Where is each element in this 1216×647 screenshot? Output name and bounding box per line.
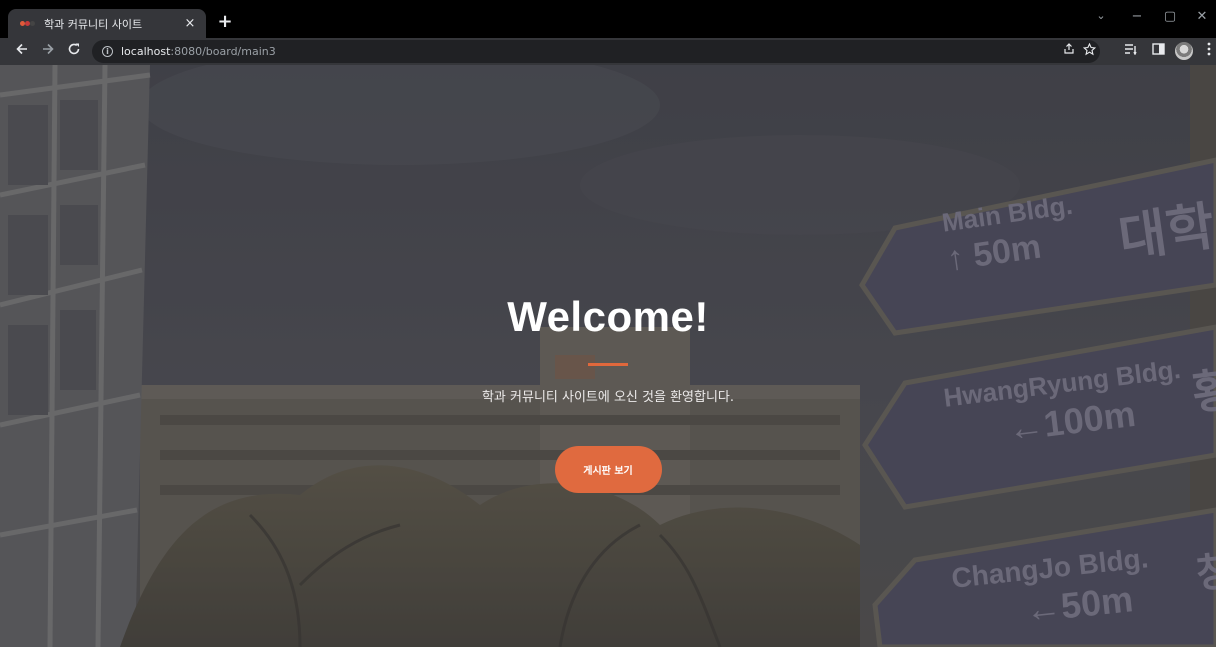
close-window-button[interactable]: ✕ <box>1192 9 1212 24</box>
reload-button[interactable] <box>64 42 84 62</box>
browser-toolbar: i localhost:8080/board/main3 <box>0 38 1216 65</box>
view-board-button[interactable]: 게시판 보기 <box>554 446 662 493</box>
tab-close-icon[interactable]: × <box>182 16 198 31</box>
favicon-icon <box>20 18 36 30</box>
star-icon[interactable] <box>1080 42 1098 60</box>
browser-tab-active[interactable]: 학과 커뮤니티 사이트 × <box>8 9 206 38</box>
reading-list-icon[interactable] <box>1121 42 1141 62</box>
minimize-button[interactable]: − <box>1127 9 1147 24</box>
maximize-button[interactable]: ▢ <box>1160 9 1180 24</box>
tab-title: 학과 커뮤니티 사이트 <box>44 17 143 31</box>
hero-divider <box>588 363 628 366</box>
hero-section: Welcome! 학과 커뮤니티 사이트에 오신 것을 환영합니다. 게시판 보… <box>0 65 1216 647</box>
share-icon[interactable] <box>1060 43 1078 59</box>
menu-kebab-icon[interactable] <box>1199 42 1216 62</box>
address-bar[interactable]: i localhost:8080/board/main3 <box>92 40 1100 63</box>
url-host: localhost <box>121 45 171 58</box>
new-tab-button[interactable]: + <box>214 11 236 33</box>
info-icon[interactable]: i <box>102 46 113 57</box>
reload-icon <box>68 43 80 55</box>
profile-avatar[interactable] <box>1175 42 1193 60</box>
forward-button[interactable] <box>38 42 58 62</box>
side-panel-icon[interactable] <box>1148 42 1168 62</box>
hero-subtitle: 학과 커뮤니티 사이트에 오신 것을 환영합니다. <box>481 390 735 405</box>
tab-strip: 학과 커뮤니티 사이트 × + ⌄ − ▢ ✕ <box>0 0 1216 38</box>
tab-search-chevron-icon[interactable]: ⌄ <box>1091 9 1111 22</box>
url-path: :8080/board/main3 <box>170 45 276 58</box>
page-viewport: Main Bldg. ↑ 50m 대학 HwangRyung Bldg. ←10… <box>0 65 1216 647</box>
back-arrow-icon <box>16 43 27 55</box>
back-button[interactable] <box>12 42 32 62</box>
forward-arrow-icon <box>43 43 54 55</box>
hero-title: Welcome! <box>507 293 709 340</box>
